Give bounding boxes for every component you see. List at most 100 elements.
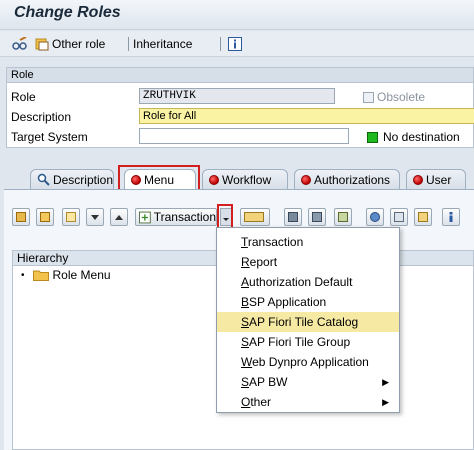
menu-item-fiori-tile-group[interactable]: SAP Fiori Tile Group [217, 332, 399, 352]
display-change-button[interactable] [12, 35, 28, 53]
tree-node-role-menu[interactable]: • Role Menu [21, 268, 111, 282]
menu-item-label: ransaction [247, 235, 304, 249]
mnemonic: R [241, 255, 250, 269]
find-next-icon [312, 212, 322, 222]
bullet-icon: • [21, 269, 25, 281]
tab-label: Workflow [222, 172, 272, 187]
move-down-button[interactable] [86, 208, 104, 226]
tab-workflow[interactable]: Workflow [202, 169, 288, 189]
documents-icon [418, 212, 428, 222]
menu-item-label: eb Dynpro Application [252, 355, 369, 369]
tab-label: User [426, 172, 452, 187]
checkbox-box[interactable] [363, 91, 374, 103]
move-up-button[interactable] [110, 208, 128, 226]
destination-status: No destination [367, 130, 460, 144]
mnemonic: B [241, 295, 250, 309]
triangle-up-icon [115, 215, 123, 220]
menu-item-transaction[interactable]: Transaction [217, 232, 399, 252]
obsolete-label: Obsolete [377, 90, 426, 104]
insert-text-button[interactable] [240, 208, 270, 226]
zoom-button[interactable] [366, 208, 384, 226]
menu-item-sap-bw[interactable]: SAP BW ▶ [217, 372, 399, 392]
change-node-button[interactable] [62, 208, 80, 226]
transaction-add-icon [139, 211, 151, 223]
menu-item-report[interactable]: Report [217, 252, 399, 272]
expand-icon [338, 212, 348, 222]
menu-item-label: SP Application [249, 295, 327, 309]
title-bar: Change Roles [0, 0, 474, 30]
tab-label: Description [52, 172, 113, 187]
tab-strip: Description Menu Workflow Authorizations… [0, 167, 474, 189]
toolbar-divider [128, 37, 129, 51]
menu-item-label: uthorization Default [249, 275, 353, 289]
target-system-input[interactable] [139, 128, 349, 144]
red-status-icon [301, 174, 311, 185]
green-status-icon [367, 131, 378, 143]
mnemonic: T [241, 235, 248, 249]
transaction-dropdown-menu: Transaction Report Authorization Default… [216, 227, 400, 413]
node-icon [66, 212, 76, 222]
target-system-label: Target System [11, 130, 88, 144]
menu-item-fiori-tile-catalog[interactable]: SAP Fiori Tile Catalog [217, 312, 399, 332]
printer-icon [394, 212, 404, 222]
collapse-button[interactable] [12, 208, 30, 226]
info-icon [449, 212, 453, 222]
print-button[interactable] [390, 208, 408, 226]
submenu-arrow-icon: ▶ [382, 377, 389, 387]
no-destination-label: No destination [383, 130, 460, 144]
menu-item-label: eport [249, 255, 278, 269]
page-title: Change Roles [14, 4, 121, 21]
inheritance-button[interactable]: Inheritance [133, 35, 192, 53]
triangle-down-icon [91, 215, 99, 220]
description-label: Description [11, 110, 72, 124]
menu-item-other[interactable]: Other ▶ [217, 392, 399, 412]
menu-item-authorization-default[interactable]: Authorization Default [217, 272, 399, 292]
obsolete-checkbox[interactable]: Obsolete [363, 90, 425, 104]
submenu-arrow-icon: ▶ [382, 397, 389, 407]
mnemonic: S [241, 375, 250, 389]
info-button[interactable] [228, 35, 242, 53]
menu-item-label: AP Fiori Tile Group [249, 335, 351, 349]
application-toolbar: Other role Inheritance [0, 31, 474, 57]
folder-button[interactable] [36, 208, 54, 226]
folder-icon [16, 212, 26, 222]
info-button-menu[interactable] [442, 208, 460, 226]
magnifier-icon [370, 212, 380, 222]
tree-node-label: Role Menu [52, 268, 111, 282]
description-field[interactable]: Role for All [139, 108, 474, 124]
folder-icon [40, 212, 50, 222]
inheritance-label: Inheritance [133, 37, 193, 51]
binoculars-icon [288, 212, 298, 222]
menu-item-label: ther [250, 395, 272, 409]
mnemonic: W [241, 355, 253, 369]
menu-item-label: AP Fiori Tile Catalog [249, 315, 359, 329]
other-role-label: Other role [52, 37, 106, 51]
expand-button[interactable] [334, 208, 352, 226]
toolbar-divider [220, 37, 221, 51]
role-field: ZRUTHVIK [139, 88, 335, 104]
menu-item-label: AP BW [249, 375, 288, 389]
menu-item-web-dynpro-application[interactable]: Web Dynpro Application [217, 352, 399, 372]
role-panel: Role Role ZRUTHVIK Obsolete Description … [6, 67, 474, 148]
role-label: Role [11, 90, 36, 104]
documents-button[interactable] [414, 208, 432, 226]
magnifier-doc-icon [37, 173, 50, 186]
tab-authorizations[interactable]: Authorizations [294, 169, 400, 189]
other-role-icon [35, 38, 49, 51]
other-role-button[interactable]: Other role [35, 35, 105, 53]
text-icon [244, 212, 264, 222]
transaction-label: Transaction [153, 210, 216, 224]
info-icon [228, 37, 242, 51]
mnemonic: S [241, 315, 250, 329]
glasses-pencil-icon [12, 37, 27, 50]
menu-item-bsp-application[interactable]: BSP Application [217, 292, 399, 312]
transaction-button[interactable]: Transaction [135, 208, 217, 226]
binoculars-button[interactable] [284, 208, 302, 226]
tab-description[interactable]: Description [30, 169, 114, 189]
tab-user[interactable]: User [406, 169, 466, 189]
red-status-icon [209, 174, 219, 185]
folder-icon [32, 270, 49, 281]
mnemonic: A [241, 275, 250, 289]
tab-label: Authorizations [314, 172, 391, 187]
find-next-button[interactable] [308, 208, 326, 226]
